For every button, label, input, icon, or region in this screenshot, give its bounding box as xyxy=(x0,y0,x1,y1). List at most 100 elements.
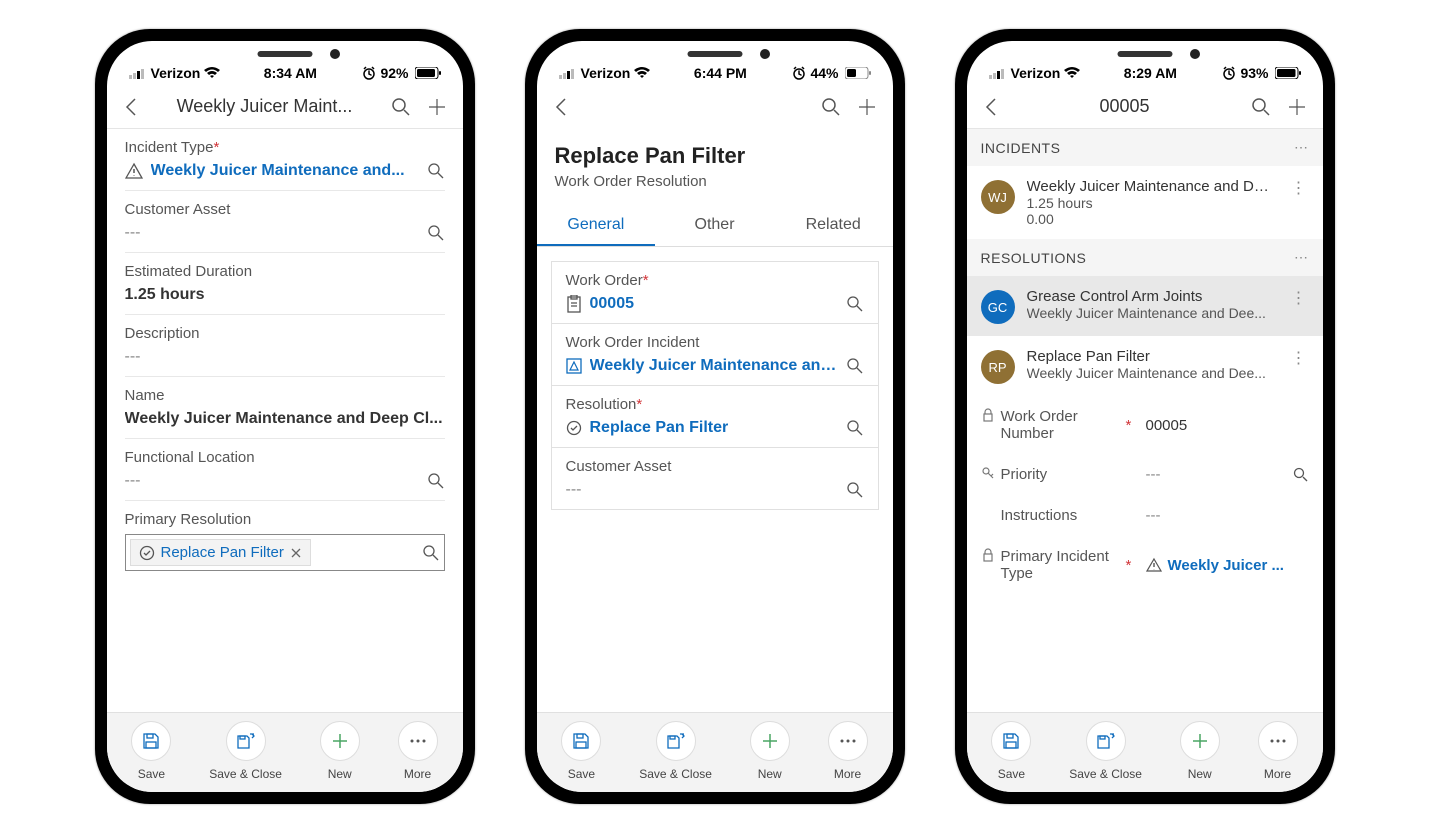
alarm-icon xyxy=(792,66,806,80)
search-button[interactable] xyxy=(817,93,845,121)
battery-icon xyxy=(1275,67,1301,79)
more-button[interactable]: More xyxy=(1258,721,1298,781)
new-button[interactable]: New xyxy=(750,721,790,781)
avatar: WJ xyxy=(981,180,1015,214)
battery-icon xyxy=(415,67,441,79)
save-close-button[interactable]: Save & Close xyxy=(639,721,712,781)
item-more-icon[interactable]: ⋮ xyxy=(1289,178,1309,198)
field-label: Customer Asset xyxy=(125,201,445,218)
save-icon xyxy=(1002,732,1020,750)
button-label: Save xyxy=(138,767,165,781)
field-label: Incident Type xyxy=(125,139,214,156)
wifi-icon xyxy=(204,67,220,79)
avatar: RP xyxy=(981,350,1015,384)
add-button[interactable] xyxy=(853,93,881,121)
lookup-icon[interactable] xyxy=(846,295,864,313)
field-value: Weekly Juicer ... xyxy=(1168,557,1284,574)
field-customer-asset[interactable]: Customer Asset --- xyxy=(552,448,878,510)
item-more-icon[interactable]: ⋮ xyxy=(1289,288,1309,308)
resolution-list-item[interactable]: GC Grease Control Arm Joints Weekly Juic… xyxy=(967,276,1323,336)
battery-icon xyxy=(845,67,871,79)
button-label: New xyxy=(1188,767,1212,781)
lookup-icon[interactable] xyxy=(427,472,445,490)
tab-general[interactable]: General xyxy=(537,206,656,246)
save-button[interactable]: Save xyxy=(131,721,171,781)
tab-related[interactable]: Related xyxy=(774,206,893,246)
field-work-order[interactable]: Work Order* 00005 xyxy=(552,262,878,324)
remove-chip-icon[interactable] xyxy=(290,547,302,559)
search-button[interactable] xyxy=(1247,93,1275,121)
field-functional-location[interactable]: Functional Location --- xyxy=(125,439,445,501)
lookup-icon[interactable] xyxy=(846,419,864,437)
plus-icon xyxy=(761,732,779,750)
section-more-icon[interactable]: ⋯ xyxy=(1294,139,1309,156)
save-button[interactable]: Save xyxy=(991,721,1031,781)
field-name[interactable]: Name Weekly Juicer Maintenance and Deep … xyxy=(125,377,445,439)
new-button[interactable]: New xyxy=(1180,721,1220,781)
back-button[interactable] xyxy=(549,95,573,119)
field-label: Description xyxy=(125,325,445,342)
save-close-button[interactable]: Save & Close xyxy=(1069,721,1142,781)
back-button[interactable] xyxy=(119,95,143,119)
add-button[interactable] xyxy=(423,93,451,121)
field-primary-resolution[interactable]: Primary Resolution Replace Pan Filter xyxy=(125,501,445,581)
resolution-chip[interactable]: Replace Pan Filter xyxy=(130,539,311,566)
field-value: Weekly Juicer Maintenance and... xyxy=(590,357,838,375)
more-icon xyxy=(839,738,857,744)
item-line3: 0.00 xyxy=(1027,211,1277,227)
clipboard-icon xyxy=(566,295,582,313)
field-customer-asset[interactable]: Customer Asset --- xyxy=(125,191,445,253)
field-primary-incident-type: Primary Incident Type * Weekly Juicer ..… xyxy=(967,536,1323,594)
save-button[interactable]: Save xyxy=(561,721,601,781)
alarm-icon xyxy=(362,66,376,80)
carrier-label: Verizon xyxy=(1011,65,1061,81)
field-work-order-incident[interactable]: Work Order Incident Weekly Juicer Mainte… xyxy=(552,324,878,386)
lookup-icon[interactable] xyxy=(1293,467,1309,483)
lock-icon xyxy=(981,548,995,562)
section-title: INCIDENTS xyxy=(981,140,1061,156)
section-more-icon[interactable]: ⋯ xyxy=(1294,249,1309,266)
lookup-icon[interactable] xyxy=(846,357,864,375)
field-instructions[interactable]: Instructions --- xyxy=(967,495,1323,536)
bottom-bar: Save Save & Close New More xyxy=(537,712,893,792)
field-estimated-duration[interactable]: Estimated Duration 1.25 hours xyxy=(125,253,445,315)
field-label: Primary Incident Type xyxy=(1001,548,1116,582)
field-value: --- xyxy=(125,224,419,242)
field-description[interactable]: Description --- xyxy=(125,315,445,377)
section-resolutions-header[interactable]: RESOLUTIONS ⋯ xyxy=(967,239,1323,276)
warning-icon xyxy=(125,162,143,180)
resolution-list-item[interactable]: RP Replace Pan Filter Weekly Juicer Main… xyxy=(967,336,1323,396)
field-value: 00005 xyxy=(1146,417,1188,434)
status-bar: Verizon 6:44 PM 44% xyxy=(537,41,893,85)
lookup-icon[interactable] xyxy=(846,481,864,499)
section-incidents-header[interactable]: INCIDENTS ⋯ xyxy=(967,129,1323,166)
item-more-icon[interactable]: ⋮ xyxy=(1289,348,1309,368)
lock-icon xyxy=(981,408,995,422)
field-label: Priority xyxy=(1001,466,1048,483)
more-button[interactable]: More xyxy=(398,721,438,781)
field-value: 1.25 hours xyxy=(125,286,445,304)
search-button[interactable] xyxy=(387,93,415,121)
new-button[interactable]: New xyxy=(320,721,360,781)
add-button[interactable] xyxy=(1283,93,1311,121)
field-value: Weekly Juicer Maintenance and... xyxy=(151,162,419,180)
screen-2: Verizon 6:44 PM 44% Repla xyxy=(537,41,893,792)
tab-other[interactable]: Other xyxy=(655,206,774,246)
save-close-button[interactable]: Save & Close xyxy=(209,721,282,781)
button-label: Save & Close xyxy=(1069,767,1142,781)
item-title: Weekly Juicer Maintenance and Dee... xyxy=(1027,178,1277,195)
field-incident-type[interactable]: Incident Type* Weekly Juicer Maintenance… xyxy=(125,129,445,191)
field-priority[interactable]: Priority --- xyxy=(967,454,1323,495)
save-close-icon xyxy=(236,732,256,750)
record-title: Replace Pan Filter xyxy=(555,143,875,169)
incident-list-item[interactable]: WJ Weekly Juicer Maintenance and Dee... … xyxy=(967,166,1323,239)
more-button[interactable]: More xyxy=(828,721,868,781)
field-value: --- xyxy=(1146,507,1161,524)
back-button[interactable] xyxy=(979,95,1003,119)
lookup-icon[interactable] xyxy=(422,544,440,562)
lookup-icon[interactable] xyxy=(427,162,445,180)
phone-frame-2: Verizon 6:44 PM 44% Repla xyxy=(525,29,905,804)
field-resolution[interactable]: Resolution* Replace Pan Filter xyxy=(552,386,878,448)
field-label: Name xyxy=(125,387,445,404)
lookup-icon[interactable] xyxy=(427,224,445,242)
